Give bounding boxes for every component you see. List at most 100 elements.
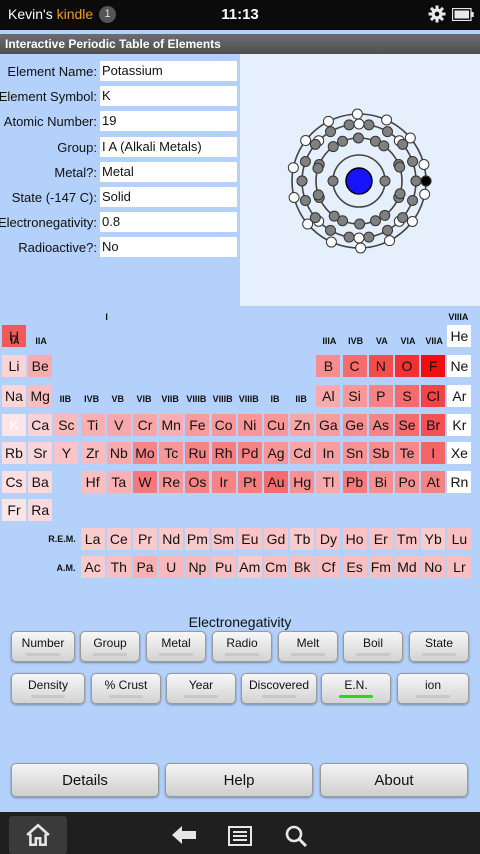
element-cell[interactable]: Tb xyxy=(290,528,315,550)
element-cell[interactable]: Lr xyxy=(447,556,472,578)
element-cell[interactable]: Os xyxy=(185,471,210,493)
gear-icon[interactable] xyxy=(428,5,446,23)
element-cell[interactable]: Zn xyxy=(290,414,315,436)
element-cell[interactable]: Hf xyxy=(80,471,105,493)
element-cell[interactable]: Mn xyxy=(159,414,184,436)
element-cell[interactable]: Np xyxy=(185,556,210,578)
element-cell[interactable]: F xyxy=(421,355,446,377)
property-button[interactable]: Group xyxy=(80,631,140,662)
element-cell[interactable]: K xyxy=(2,414,26,436)
element-cell[interactable]: Cl xyxy=(421,385,446,407)
element-cell[interactable]: Ra xyxy=(28,499,53,521)
element-cell[interactable]: Re xyxy=(159,471,184,493)
element-cell[interactable]: Cm xyxy=(264,556,288,578)
element-cell[interactable]: Bk xyxy=(290,556,315,578)
element-cell[interactable]: Sr xyxy=(28,442,53,464)
element-cell[interactable]: Zr xyxy=(80,442,105,464)
element-cell[interactable]: Yb xyxy=(421,528,446,550)
element-cell[interactable]: Li xyxy=(2,355,26,377)
element-cell[interactable]: Se xyxy=(395,414,419,436)
element-cell[interactable]: Ba xyxy=(28,471,53,493)
element-cell[interactable]: Mo xyxy=(133,442,157,464)
element-cell[interactable]: S xyxy=(395,385,419,407)
element-cell[interactable]: Ca xyxy=(28,414,53,436)
element-cell[interactable]: Br xyxy=(421,414,446,436)
element-cell[interactable]: Hg xyxy=(290,471,315,493)
element-cell[interactable]: Mg xyxy=(28,385,53,407)
element-cell[interactable]: P xyxy=(368,385,393,407)
element-cell[interactable]: B xyxy=(316,355,341,377)
element-cell[interactable]: Ta xyxy=(106,471,131,493)
property-button[interactable]: Number xyxy=(11,631,75,662)
element-cell[interactable]: Pu xyxy=(211,556,236,578)
element-cell[interactable]: Pd xyxy=(237,442,262,464)
element-cell[interactable]: Sb xyxy=(368,442,393,464)
property-button[interactable]: Melt xyxy=(278,631,338,662)
element-cell[interactable]: Cr xyxy=(133,414,157,436)
back-icon[interactable] xyxy=(171,825,197,845)
element-cell[interactable]: Cu xyxy=(264,414,288,436)
element-cell[interactable]: He xyxy=(447,325,472,347)
element-cell[interactable]: Ne xyxy=(447,355,472,377)
element-cell[interactable]: Es xyxy=(342,556,367,578)
element-cell[interactable]: Ar xyxy=(447,385,472,407)
element-cell[interactable]: Kr xyxy=(447,414,472,436)
element-cell[interactable]: Pb xyxy=(342,471,367,493)
home-button[interactable] xyxy=(9,816,67,854)
element-cell[interactable]: Gd xyxy=(264,528,288,550)
element-cell[interactable]: Al xyxy=(316,385,341,407)
element-cell[interactable]: Ni xyxy=(237,414,262,436)
element-cell[interactable]: Md xyxy=(395,556,419,578)
help-button[interactable]: Help xyxy=(165,763,313,797)
element-cell[interactable]: At xyxy=(421,471,446,493)
property-button[interactable]: Density xyxy=(11,673,85,704)
element-cell[interactable]: La xyxy=(80,528,105,550)
element-cell[interactable]: C xyxy=(342,355,367,377)
element-cell[interactable]: Si xyxy=(342,385,367,407)
element-cell[interactable]: Xe xyxy=(447,442,472,464)
element-cell[interactable]: Te xyxy=(395,442,419,464)
element-cell[interactable]: Au xyxy=(264,471,288,493)
search-icon[interactable] xyxy=(284,824,308,848)
property-button[interactable]: E.N. xyxy=(321,673,391,704)
element-cell[interactable]: Cd xyxy=(290,442,315,464)
element-cell[interactable]: Rb xyxy=(2,442,26,464)
about-button[interactable]: About xyxy=(320,763,468,797)
element-cell[interactable]: Ac xyxy=(80,556,105,578)
element-cell[interactable]: Nd xyxy=(159,528,184,550)
element-cell[interactable]: Er xyxy=(368,528,393,550)
element-cell[interactable]: Fe xyxy=(185,414,210,436)
details-button[interactable]: Details xyxy=(11,763,159,797)
element-cell[interactable]: Pm xyxy=(185,528,210,550)
element-cell[interactable]: Ru xyxy=(185,442,210,464)
element-cell[interactable]: O xyxy=(395,355,419,377)
element-cell[interactable]: Eu xyxy=(237,528,262,550)
property-button[interactable]: Boil xyxy=(343,631,403,662)
element-cell[interactable]: N xyxy=(368,355,393,377)
element-cell[interactable]: Rn xyxy=(447,471,472,493)
element-cell[interactable]: Ho xyxy=(342,528,367,550)
element-cell[interactable]: Pt xyxy=(237,471,262,493)
element-cell[interactable]: Th xyxy=(106,556,131,578)
element-cell[interactable]: No xyxy=(421,556,446,578)
property-button[interactable]: % Crust xyxy=(91,673,161,704)
element-cell[interactable]: Lu xyxy=(447,528,472,550)
element-cell[interactable]: Co xyxy=(211,414,236,436)
property-button[interactable]: Radio xyxy=(212,631,272,662)
element-cell[interactable]: Sc xyxy=(54,414,79,436)
element-cell[interactable]: In xyxy=(316,442,341,464)
element-cell[interactable]: Sm xyxy=(211,528,236,550)
element-cell[interactable]: Nb xyxy=(106,442,131,464)
property-button[interactable]: Discovered xyxy=(241,673,317,704)
element-cell[interactable]: Tm xyxy=(395,528,419,550)
property-button[interactable]: ion xyxy=(397,673,469,704)
element-cell[interactable]: I xyxy=(421,442,446,464)
element-cell[interactable]: Ga xyxy=(316,414,341,436)
element-cell[interactable]: Na xyxy=(2,385,26,407)
element-cell[interactable]: Tc xyxy=(159,442,184,464)
element-cell[interactable]: Ge xyxy=(342,414,367,436)
element-cell[interactable]: Rh xyxy=(211,442,236,464)
element-cell[interactable]: Ir xyxy=(211,471,236,493)
element-cell[interactable]: Ce xyxy=(106,528,131,550)
element-cell[interactable]: Sn xyxy=(342,442,367,464)
